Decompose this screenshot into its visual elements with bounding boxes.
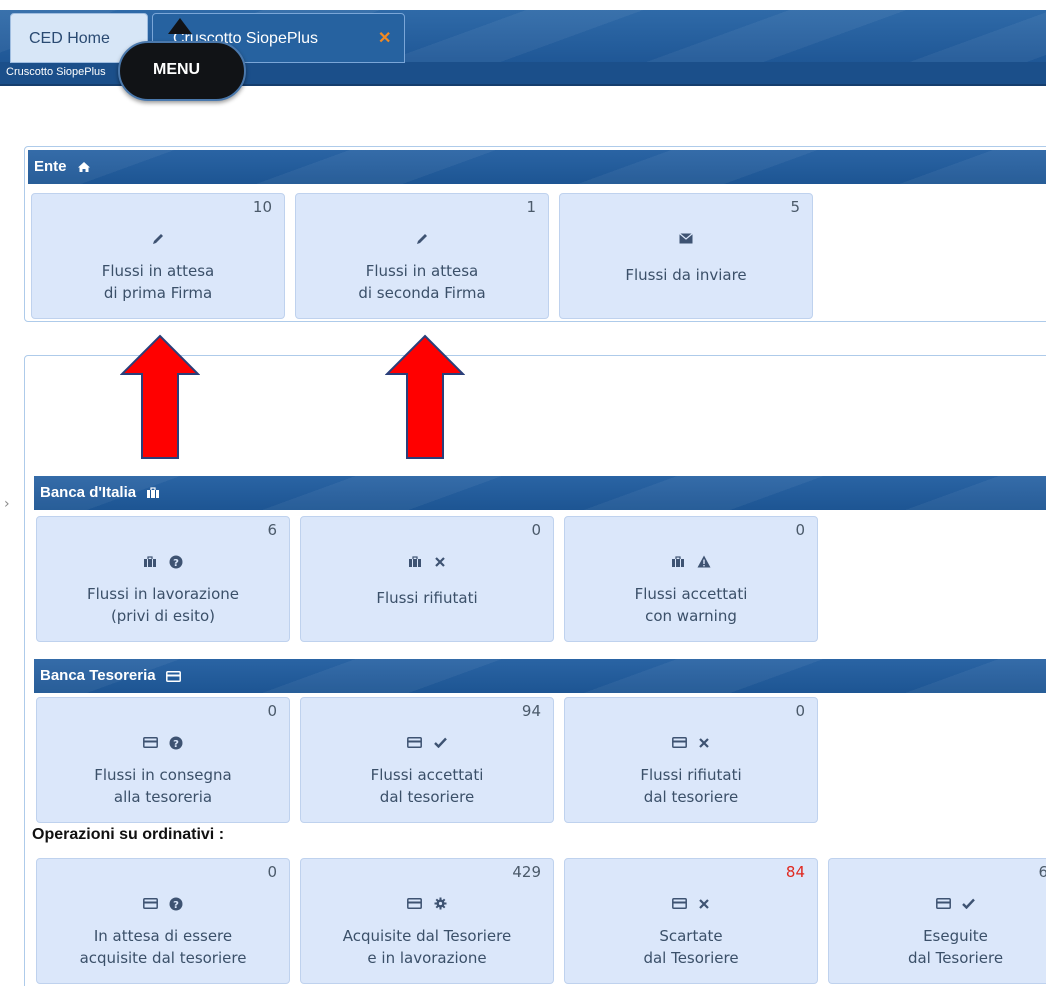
warning-icon (697, 555, 711, 568)
card-count: 6 (1038, 863, 1046, 881)
banca-tesoreria-header: Banca Tesoreria (34, 659, 1046, 693)
card-label-line1: Flussi in attesa (101, 262, 215, 280)
credit-card-icon (143, 898, 158, 909)
card-count: 0 (267, 863, 277, 881)
card-scartate[interactable]: 84 Scartate dal Tesoriere (564, 858, 818, 984)
card-label-line2: di prima Firma (103, 284, 213, 302)
home-icon (77, 162, 90, 173)
credit-card-icon (143, 737, 158, 748)
ente-panel: Ente 10 Flussi in attesa di prima Firma … (24, 146, 1046, 322)
card-label-line2: dal Tesoriere (643, 949, 739, 967)
card-flussi-accettati-tesoriere[interactable]: 94 Flussi accettati dal tesoriere (300, 697, 554, 823)
x-icon (434, 556, 445, 567)
pencil-icon (153, 233, 163, 244)
card-label-line2: con warning (645, 607, 737, 625)
question-icon: ? (169, 555, 183, 569)
card-in-attesa-acquisizione[interactable]: 0 ? In attesa di essere acquisite dal te… (36, 858, 290, 984)
card-label-line1: Flussi accettati (634, 585, 748, 603)
card-label-line2: dal Tesoriere (907, 949, 1004, 967)
card-flussi-rifiutati[interactable]: 0 Flussi rifiutati (300, 516, 554, 642)
card-label-line1: Scartate (659, 927, 723, 945)
envelope-icon (679, 233, 693, 244)
card-count: 0 (531, 521, 541, 539)
card-count: 0 (795, 702, 805, 720)
check-icon (433, 737, 447, 748)
briefcase-icon (144, 555, 157, 567)
top-strip (0, 0, 1046, 10)
card-label-line1: Flussi accettati (370, 766, 484, 784)
question-icon: ? (169, 897, 183, 911)
svg-text:?: ? (173, 900, 179, 911)
card-label-line1: In attesa di essere (93, 927, 233, 945)
card-count: 10 (252, 198, 272, 216)
card-count: 84 (785, 863, 805, 881)
card-flussi-in-lavorazione[interactable]: 6 ? Flussi in lavorazione (privi di esit… (36, 516, 290, 642)
card-label-line1: Flussi da inviare (625, 266, 747, 284)
card-count: 5 (790, 198, 800, 216)
x-icon (699, 898, 709, 909)
card-count: 429 (512, 863, 541, 881)
card-eseguite[interactable]: 6 Eseguite dal Tesoriere (828, 858, 1046, 984)
banca-italia-title: Banca d'Italia (40, 484, 137, 501)
card-label-line1: Flussi in attesa (365, 262, 479, 280)
credit-card-icon (936, 898, 951, 909)
card-count: 6 (267, 521, 277, 539)
card-label-line1: Eseguite (923, 927, 988, 945)
ente-header: Ente (28, 150, 1046, 184)
credit-card-icon (672, 737, 687, 748)
card-label-line1: Flussi in consegna (94, 766, 232, 784)
card-count: 1 (526, 198, 536, 216)
collapse-arrow-icon[interactable]: › (4, 496, 10, 512)
briefcase-icon (147, 487, 160, 499)
card-flussi-accettati-warning[interactable]: 0 Flussi accettati con warning (564, 516, 818, 642)
svg-text:?: ? (173, 739, 179, 750)
annotation-arrow-up (385, 334, 465, 459)
ente-title: Ente (34, 158, 67, 175)
check-icon (962, 898, 975, 909)
card-count: 0 (795, 521, 805, 539)
annotation-arrow-up (120, 334, 200, 459)
card-acquisite-in-lavorazione[interactable]: 429 Acquisite dal Tesoriere e in lavoraz… (300, 858, 554, 984)
card-flussi-rifiutati-tesoriere[interactable]: 0 Flussi rifiutati dal tesoriere (564, 697, 818, 823)
credit-card-icon (407, 737, 423, 748)
card-flussi-in-consegna[interactable]: 0 ? Flussi in consegna alla tesoreria (36, 697, 290, 823)
breadcrumb: Cruscotto SiopePlus (6, 66, 106, 78)
card-label-line2: dal tesoriere (643, 788, 739, 806)
question-icon: ? (169, 736, 183, 750)
card-label-line1: Flussi rifiutati (640, 766, 742, 784)
card-label-line1: Flussi in lavorazione (86, 585, 240, 603)
card-label-line2: acquisite dal tesoriere (79, 949, 247, 967)
operazioni-title: Operazioni su ordinativi : (32, 826, 225, 843)
credit-card-icon (165, 670, 181, 682)
card-count: 0 (267, 702, 277, 720)
card-count: 94 (521, 702, 541, 720)
card-flussi-prima-firma[interactable]: 10 Flussi in attesa di prima Firma (31, 193, 285, 319)
menu-button[interactable]: MENU (118, 41, 246, 101)
card-label-line1: Flussi rifiutati (376, 589, 478, 607)
x-icon (699, 737, 709, 748)
credit-card-icon (672, 898, 687, 909)
gear-icon (434, 897, 447, 910)
briefcase-icon (672, 555, 685, 567)
svg-text:?: ? (173, 558, 179, 569)
card-label-line2: dal tesoriere (379, 788, 475, 806)
card-label-line2: alla tesoreria (113, 788, 213, 806)
card-label-line1: Acquisite dal Tesoriere (342, 927, 512, 945)
close-icon[interactable]: ✕ (378, 28, 391, 48)
card-label-line2: di seconda Firma (358, 284, 486, 302)
card-flussi-seconda-firma[interactable]: 1 Flussi in attesa di seconda Firma (295, 193, 549, 319)
pencil-icon (417, 233, 427, 244)
card-label-line2: (privi di esito) (110, 607, 216, 625)
menu-pointer (168, 18, 192, 34)
banca-tesoreria-title: Banca Tesoreria (40, 667, 156, 684)
credit-card-icon (407, 898, 423, 909)
card-label-line2: e in lavorazione (367, 949, 487, 967)
card-flussi-da-inviare[interactable]: 5 Flussi da inviare (559, 193, 813, 319)
banca-italia-header: Banca d'Italia (34, 476, 1046, 510)
briefcase-icon (409, 555, 422, 567)
menu-button-label: MENU (153, 61, 201, 78)
tab-ced-home-label: CED Home (29, 30, 110, 47)
